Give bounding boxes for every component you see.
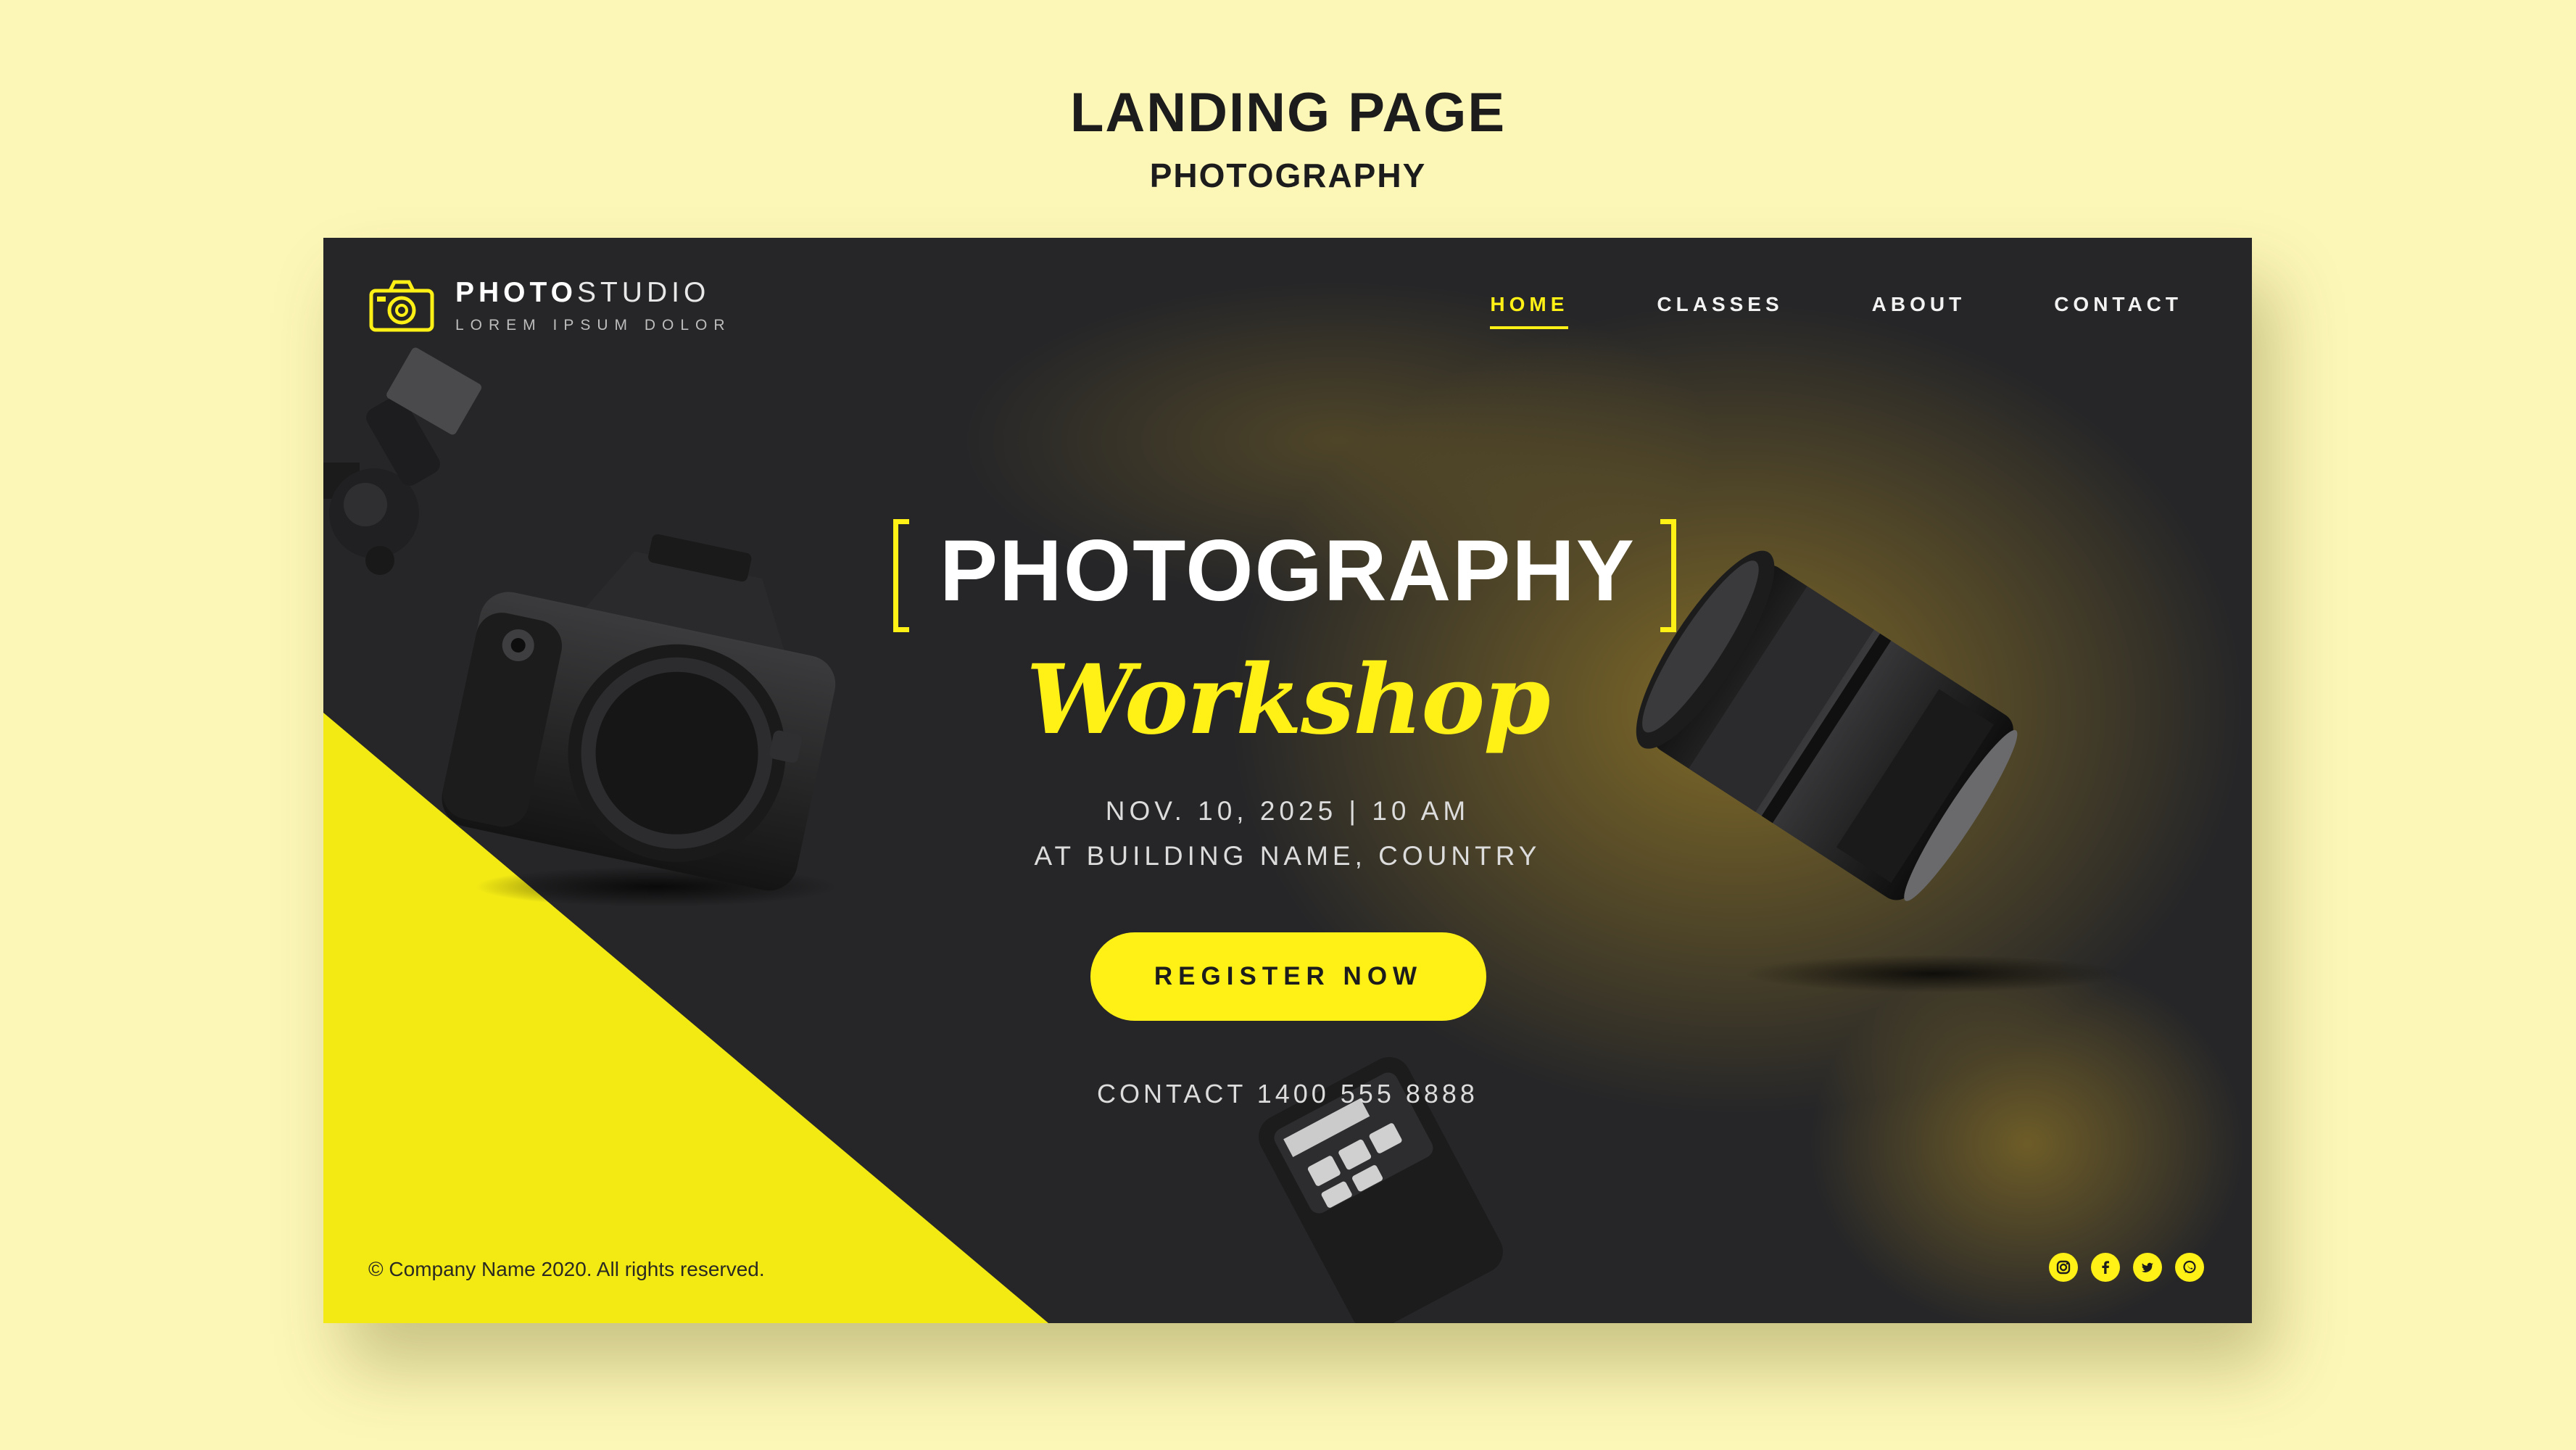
contact-phone: CONTACT 1400 555 8888 bbox=[1097, 1079, 1478, 1109]
nav-item-contact[interactable]: CONTACT bbox=[2054, 293, 2182, 316]
social-links bbox=[2036, 1253, 2204, 1282]
brand-name: PHOTOSTUDIO bbox=[455, 278, 732, 307]
copyright-text: © Company Name 2020. All rights reserved… bbox=[368, 1258, 765, 1280]
camera-outline-icon bbox=[369, 280, 434, 332]
brand-name-bold: PHOTO bbox=[455, 276, 577, 308]
nav-item-classes[interactable]: CLASSES bbox=[1657, 293, 1783, 316]
main-nav: HOME CLASSES ABOUT CONTACT bbox=[1401, 293, 2182, 329]
facebook-icon[interactable] bbox=[2091, 1253, 2120, 1282]
hero-script-subtitle: Workshop bbox=[1026, 644, 1550, 756]
twitter-icon[interactable] bbox=[2133, 1253, 2162, 1282]
hero-title: PHOTOGRAPHY bbox=[940, 522, 1636, 619]
landing-page-mockup: PHOTOSTUDIO LOREM IPSUM DOLOR HOME CLASS… bbox=[323, 238, 2252, 1323]
instagram-icon[interactable] bbox=[2049, 1253, 2078, 1282]
event-date: NOV. 10, 2025 | 10 AM bbox=[1105, 796, 1470, 826]
hero-background-art bbox=[323, 281, 2245, 1323]
brand-logo[interactable]: PHOTOSTUDIO LOREM IPSUM DOLOR bbox=[368, 278, 732, 334]
nav-item-home[interactable]: HOME bbox=[1490, 293, 1569, 329]
event-location: AT BUILDING NAME, COUNTRY bbox=[1034, 841, 1541, 871]
showcase-subtitle: PHOTOGRAPHY bbox=[1149, 157, 1427, 194]
showcase-title: LANDING PAGE bbox=[1069, 82, 1507, 144]
nav-item-about[interactable]: ABOUT bbox=[1872, 293, 1966, 316]
brand-name-light: STUDIO bbox=[576, 276, 711, 308]
whatsapp-icon[interactable] bbox=[2175, 1253, 2204, 1282]
register-now-button[interactable]: REGISTER NOW bbox=[1090, 932, 1486, 1021]
brand-tagline: LOREM IPSUM DOLOR bbox=[455, 316, 732, 334]
